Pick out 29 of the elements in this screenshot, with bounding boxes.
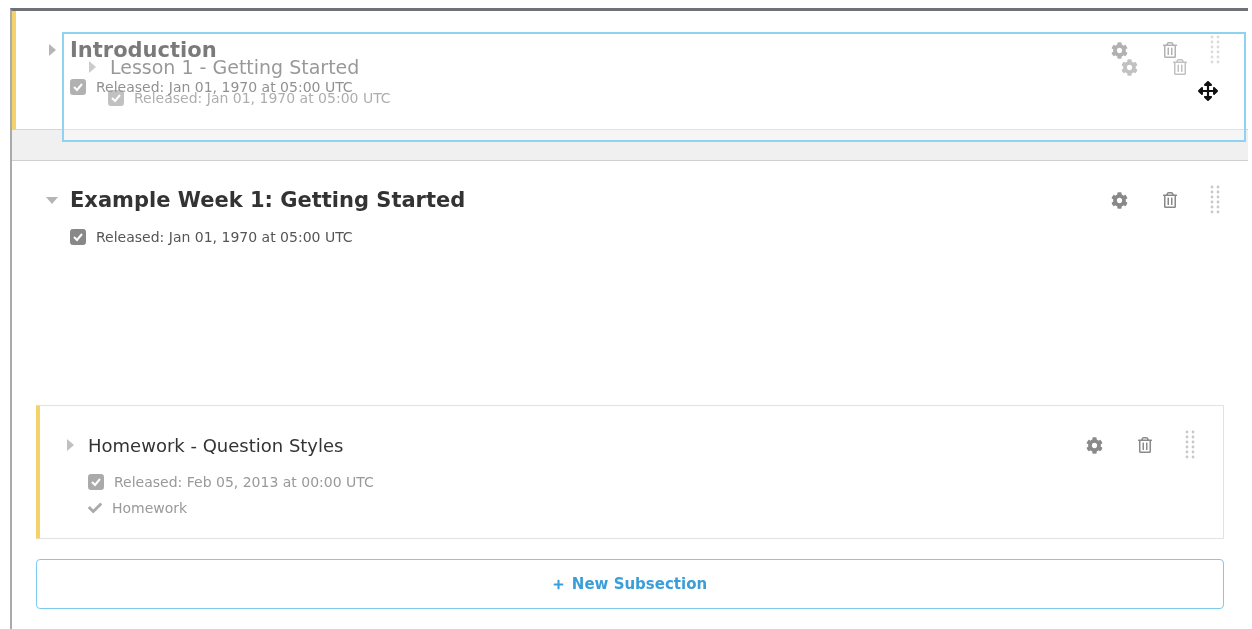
checkbox[interactable] [70,229,86,245]
check-icon [88,501,102,515]
subsection-title: Homework - Question Styles [88,434,345,456]
delete-button[interactable] [1170,57,1190,77]
delete-button[interactable] [1135,435,1155,455]
lesson-title: Lesson 1 - Getting Started [110,56,361,78]
delete-button[interactable] [1160,40,1180,60]
drag-handle-icon[interactable] [1185,430,1195,460]
delete-button[interactable] [1160,190,1180,210]
new-subsection-button[interactable]: New Subsection [36,559,1224,609]
drag-handle-icon[interactable] [1210,35,1220,65]
checkbox[interactable] [88,474,104,490]
caret-icon[interactable] [46,194,58,206]
checkbox[interactable] [70,79,86,95]
release-date: Released: Jan 01, 1970 at 05:00 UTC [96,229,353,245]
section-title: Example Week 1: Getting Started [70,188,467,212]
caret-icon[interactable] [86,61,98,73]
release-date: Released: Feb 05, 2013 at 00:00 UTC [114,474,374,490]
settings-button[interactable] [1119,56,1140,78]
checkbox[interactable] [108,90,124,106]
move-cursor-icon [1198,81,1218,101]
plus-icon [552,578,564,590]
grading-type: Homework [112,500,188,516]
settings-button[interactable] [1084,434,1105,456]
drag-handle-icon[interactable] [1210,185,1220,215]
caret-icon[interactable] [64,439,76,451]
settings-button[interactable] [1109,39,1130,61]
caret-icon[interactable] [46,44,58,56]
settings-button[interactable] [1109,189,1130,211]
